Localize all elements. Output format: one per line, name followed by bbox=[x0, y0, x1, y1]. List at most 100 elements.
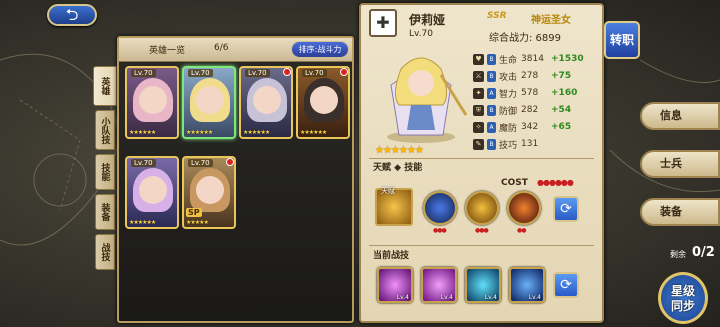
battle-skill-icon[interactable]: Lv.4 bbox=[509, 267, 545, 303]
hero-face bbox=[139, 86, 167, 114]
hero-stars: ★★★★★ bbox=[186, 219, 209, 226]
swap-skills-button[interactable]: ⟳ bbox=[553, 196, 579, 222]
hero-card[interactable]: Lv.70 ★★★★★★ bbox=[296, 66, 350, 139]
stat-value: 282 bbox=[521, 105, 539, 115]
sort-by-power-button[interactable]: 排序:战斗力 bbox=[291, 41, 349, 58]
tab-squad-skill[interactable]: 小队技 bbox=[95, 110, 115, 150]
stat-name: 防御 bbox=[499, 106, 518, 117]
stat-badge-icon: B bbox=[487, 138, 496, 150]
hero-sprite bbox=[387, 57, 468, 143]
swap-battle-skills-button[interactable]: ⟳ bbox=[553, 272, 579, 298]
magic-defense-icon: ✧ bbox=[473, 121, 484, 133]
battle-skill-icon[interactable]: Lv.4 bbox=[421, 267, 457, 303]
equipment-button[interactable]: 装备 bbox=[640, 198, 720, 226]
hero-level: Lv.70 bbox=[131, 69, 156, 77]
technique-icon: ✎ bbox=[473, 138, 484, 150]
tab-skills[interactable]: 技能 bbox=[95, 154, 115, 190]
stat-badge-icon: A bbox=[487, 87, 496, 99]
notification-dot bbox=[340, 68, 348, 76]
class-change-button[interactable]: 转职 bbox=[604, 21, 640, 59]
hero-detail-panel: ✚ 伊莉娅 Lv.70 SSR 神运圣女 综合战力: 6899 ♥ B 生命 3… bbox=[359, 3, 604, 323]
stat-bonus: +65 bbox=[551, 122, 572, 132]
stat-bonus: +1530 bbox=[551, 54, 584, 64]
hero-list-header: 英雄一览 6/6 排序:战斗力 bbox=[119, 38, 352, 62]
stat-badge-icon: B bbox=[487, 104, 496, 116]
current-battle-skill-title: 当前战技 bbox=[373, 251, 410, 261]
hero-face bbox=[253, 86, 281, 114]
stat-badge-icon: A bbox=[487, 121, 496, 133]
star-sync-button[interactable]: 星级 同步 bbox=[658, 272, 708, 324]
soldier-button[interactable]: 士兵 bbox=[640, 150, 720, 178]
tab-equipment[interactable]: 装备 bbox=[95, 194, 115, 230]
stat-value: 3814 bbox=[521, 54, 544, 64]
skill-fire-icon[interactable] bbox=[507, 191, 541, 225]
hero-level-detail: Lv.70 bbox=[409, 29, 433, 39]
hero-list-title: 英雄一览 bbox=[149, 46, 186, 56]
healer-class-icon: ✚ bbox=[369, 9, 397, 37]
talent-skill-title: 天赋 ◆ 技能 bbox=[373, 163, 423, 173]
hero-star-rating: ★★★★★★ bbox=[375, 145, 424, 156]
hero-count: 6/6 bbox=[214, 43, 229, 53]
hero-stars: ★★★★★★ bbox=[129, 129, 156, 136]
stat-name: 智力 bbox=[499, 89, 518, 100]
cost-label: COST bbox=[501, 178, 528, 188]
defense-icon: ⛨ bbox=[473, 104, 484, 116]
hp-icon: ♥ bbox=[473, 53, 484, 65]
skill-hexagram-icon[interactable] bbox=[423, 191, 457, 225]
hero-title: 神运圣女 bbox=[531, 15, 571, 26]
hero-card-selected[interactable]: Lv.70 ★★★★★★ bbox=[182, 66, 236, 139]
stat-bonus: +75 bbox=[551, 71, 572, 81]
hero-card[interactable]: Lv.70 ★★★★★★ bbox=[125, 66, 179, 139]
stat-attack: ⚔ B 攻击 278 +75 bbox=[473, 69, 571, 83]
skill-level: Lv.4 bbox=[440, 294, 453, 301]
hero-level: Lv.70 bbox=[302, 69, 327, 77]
back-button[interactable]: ⮌ bbox=[47, 4, 97, 26]
talent-label: 天赋 bbox=[381, 187, 395, 195]
hero-level: Lv.70 bbox=[188, 69, 213, 77]
battle-skill-icon[interactable]: Lv.4 bbox=[465, 267, 501, 303]
skill-level: Lv.4 bbox=[528, 294, 541, 301]
hero-level: Lv.70 bbox=[188, 159, 213, 167]
stat-value: 342 bbox=[521, 122, 539, 132]
divider bbox=[369, 158, 594, 159]
hero-face bbox=[139, 176, 167, 204]
stat-bonus: +54 bbox=[551, 105, 572, 115]
stat-defense: ⛨ B 防御 282 +54 bbox=[473, 103, 571, 117]
skill-level: Lv.4 bbox=[396, 294, 409, 301]
stat-magic-defense: ✧ A 魔防 342 +65 bbox=[473, 120, 571, 134]
hero-card[interactable]: Lv.70 SP ★★★★★ bbox=[182, 156, 236, 229]
divider bbox=[369, 245, 594, 246]
stat-name: 魔防 bbox=[499, 123, 518, 134]
stat-intelligence: ✦ A 智力 578 +160 bbox=[473, 86, 577, 100]
skill-cost-dots: ●●● bbox=[433, 227, 447, 234]
stat-bonus: +160 bbox=[551, 88, 578, 98]
hero-stars: ★★★★★★ bbox=[300, 129, 327, 136]
hero-card[interactable]: Lv.70 ★★★★★★ bbox=[125, 156, 179, 229]
hero-face bbox=[310, 86, 338, 114]
tab-battle-skill[interactable]: 战技 bbox=[95, 234, 115, 270]
remaining-value: 0/2 bbox=[692, 245, 715, 260]
skill-cost-dots: ●● bbox=[517, 227, 527, 234]
hero-face bbox=[196, 176, 224, 204]
stat-hp: ♥ B 生命 3814 +1530 bbox=[473, 52, 584, 66]
sp-badge: SP bbox=[186, 208, 202, 217]
battle-skill-icon[interactable]: Lv.4 bbox=[377, 267, 413, 303]
tab-heroes[interactable]: 英雄 bbox=[93, 66, 117, 106]
hero-stars: ★★★★★★ bbox=[186, 129, 213, 136]
hero-stars: ★★★★★★ bbox=[243, 129, 270, 136]
stat-name: 攻击 bbox=[499, 72, 518, 83]
intelligence-icon: ✦ bbox=[473, 87, 484, 99]
info-button[interactable]: 信息 bbox=[640, 102, 720, 130]
stat-technique: ✎ B 技巧 131 bbox=[473, 137, 551, 151]
remaining-label: 剩余 bbox=[670, 250, 686, 259]
hero-name: 伊莉娅 bbox=[409, 13, 446, 27]
hero-stars: ★★★★★★ bbox=[129, 219, 156, 226]
attack-icon: ⚔ bbox=[473, 70, 484, 82]
cost-indicator: ●●●●●● bbox=[537, 178, 574, 187]
hero-card[interactable]: Lv.70 ★★★★★★ bbox=[239, 66, 293, 139]
skill-angel-icon[interactable] bbox=[465, 191, 499, 225]
notification-dot bbox=[283, 68, 291, 76]
stat-value: 131 bbox=[521, 139, 539, 149]
stat-name: 技巧 bbox=[499, 140, 518, 151]
hero-face bbox=[196, 86, 224, 114]
